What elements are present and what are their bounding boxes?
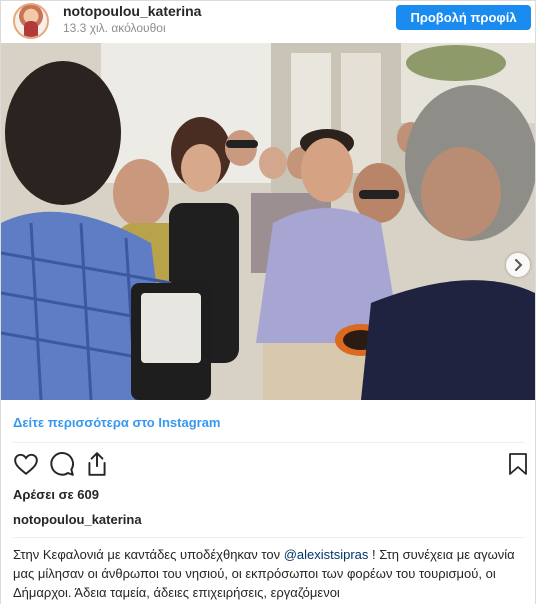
- share-icon: [88, 452, 106, 476]
- bookmark-icon: [509, 453, 527, 475]
- comment-button[interactable]: [49, 451, 77, 479]
- profile-avatar[interactable]: [13, 3, 49, 39]
- like-button[interactable]: [13, 451, 41, 479]
- action-bar: [1, 451, 535, 481]
- header-username[interactable]: notopoulou_katerina: [63, 3, 201, 19]
- share-button[interactable]: [84, 451, 112, 479]
- post-caption: Στην Κεφαλονιά με καντάδες υποδέχθηκαν τ…: [13, 545, 525, 602]
- caption-username[interactable]: notopoulou_katerina: [13, 512, 142, 527]
- mention-link[interactable]: @alexistsipras: [284, 547, 369, 562]
- view-profile-button[interactable]: Προβολή προφίλ: [396, 5, 531, 30]
- chevron-right-icon: [515, 259, 523, 271]
- like-count[interactable]: Αρέσει σε 609: [13, 487, 99, 502]
- follower-count: 13.3 χιλ. ακόλουθοι: [63, 21, 166, 35]
- comment-icon: [50, 452, 74, 476]
- divider: [13, 442, 525, 443]
- caption-text: Στην Κεφαλονιά με καντάδες υποδέχθηκαν τ…: [13, 547, 284, 562]
- carousel-next-button[interactable]: [506, 253, 530, 277]
- save-button[interactable]: [506, 451, 534, 479]
- see-more-on-instagram-link[interactable]: Δείτε περισσότερα στο Instagram: [13, 415, 221, 430]
- instagram-embed-card: notopoulou_katerina 13.3 χιλ. ακόλουθοι …: [0, 0, 536, 604]
- heart-icon: [14, 453, 38, 475]
- post-photo[interactable]: [1, 43, 535, 400]
- divider: [13, 537, 525, 538]
- post-header: notopoulou_katerina 13.3 χιλ. ακόλουθοι …: [1, 1, 535, 41]
- post-photo-illustration: [1, 43, 535, 400]
